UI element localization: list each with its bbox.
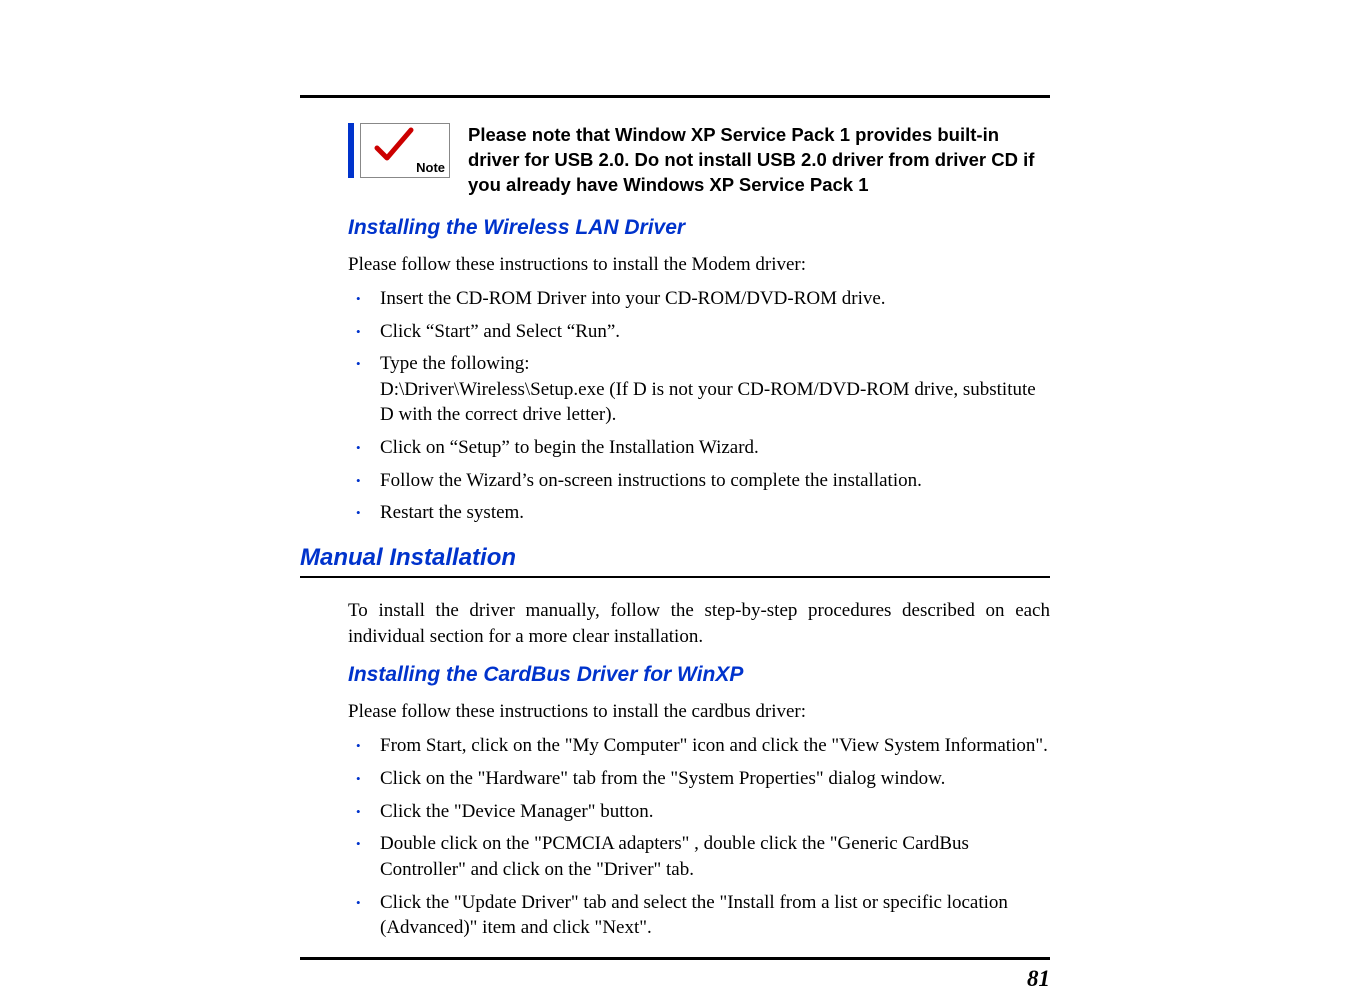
top-rule [300, 95, 1050, 98]
list-item-text: Double click on the "PCMCIA adapters" , … [380, 833, 969, 880]
page-number: 81 [300, 966, 1050, 992]
list-item: Click on “Setup” to begin the Installati… [348, 435, 1050, 461]
list-item-text: Restart the system. [380, 502, 524, 523]
heading-cardbus: Installing the CardBus Driver for WinXP [348, 663, 1050, 687]
note-icon-label: Note [416, 160, 445, 175]
note-text: Please note that Window XP Service Pack … [468, 123, 1050, 198]
heading-wlan: Installing the Wireless LAN Driver [348, 216, 1050, 240]
wlan-steps-list: Insert the CD-ROM Driver into your CD-RO… [348, 286, 1050, 526]
cardbus-steps-list: From Start, click on the "My Computer" i… [348, 733, 1050, 940]
list-item-text: Click the "Device Manager" button. [380, 801, 654, 822]
list-item: Type the following: D:\Driver\Wireless\S… [348, 351, 1050, 428]
list-item: Restart the system. [348, 500, 1050, 526]
wlan-intro: Please follow these instructions to inst… [348, 254, 1050, 276]
list-item-subtext: D:\Driver\Wireless\Setup.exe (If D is no… [380, 377, 1050, 428]
list-item: Double click on the "PCMCIA adapters" , … [348, 831, 1050, 882]
manual-intro: To install the driver manually, follow t… [348, 598, 1050, 649]
note-icon: Note [360, 123, 450, 178]
list-item: Insert the CD-ROM Driver into your CD-RO… [348, 286, 1050, 312]
list-item: Click the "Device Manager" button. [348, 799, 1050, 825]
list-item: Click “Start” and Select “Run”. [348, 319, 1050, 345]
bottom-rule [300, 957, 1050, 960]
list-item-text: Follow the Wizard’s on-screen instructio… [380, 470, 922, 491]
list-item: From Start, click on the "My Computer" i… [348, 733, 1050, 759]
checkmark-icon [373, 126, 415, 169]
note-callout: Note Please note that Window XP Service … [348, 123, 1050, 198]
list-item-text: Click on the "Hardware" tab from the "Sy… [380, 768, 945, 789]
list-item: Click on the "Hardware" tab from the "Sy… [348, 766, 1050, 792]
list-item-text: Insert the CD-ROM Driver into your CD-RO… [380, 288, 886, 309]
list-item-text: From Start, click on the "My Computer" i… [380, 735, 1048, 756]
list-item-text: Click “Start” and Select “Run”. [380, 321, 620, 342]
list-item: Click the "Update Driver" tab and select… [348, 890, 1050, 941]
heading-underline [300, 576, 1050, 578]
list-item-text: Click the "Update Driver" tab and select… [380, 892, 1008, 939]
list-item-text: Click on “Setup” to begin the Installati… [380, 437, 759, 458]
heading-manual-installation: Manual Installation [300, 544, 1050, 572]
document-page: Note Please note that Window XP Service … [300, 95, 1050, 992]
note-icon-container: Note [348, 123, 450, 178]
list-item-text: Type the following: [380, 353, 530, 374]
list-item: Follow the Wizard’s on-screen instructio… [348, 468, 1050, 494]
cardbus-intro: Please follow these instructions to inst… [348, 701, 1050, 723]
